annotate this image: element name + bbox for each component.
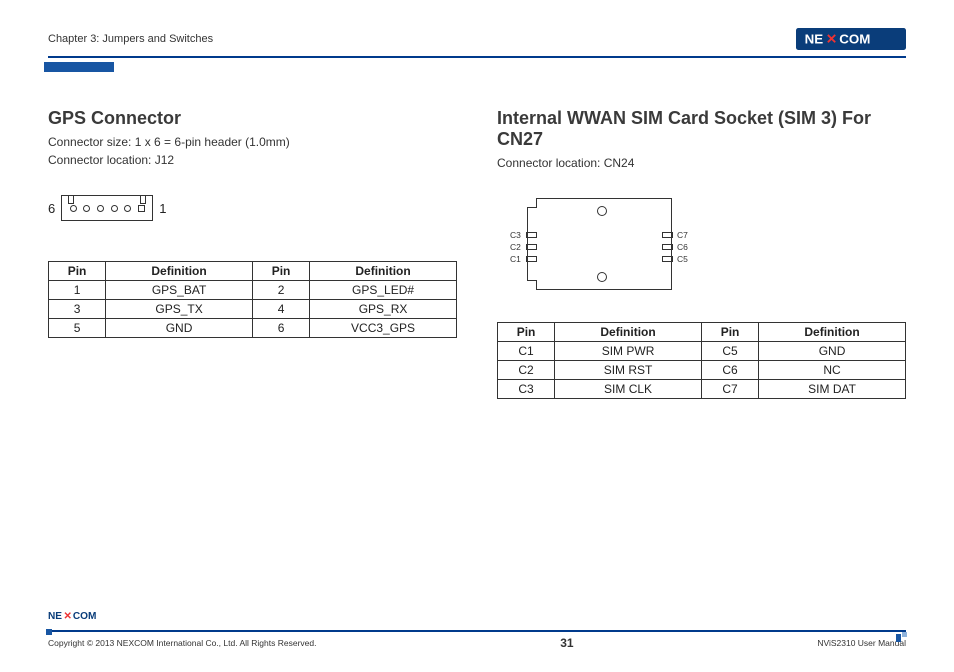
- sim-pad-label: C1: [510, 254, 521, 264]
- gps-connector-section: GPS Connector Connector size: 1 x 6 = 6-…: [48, 108, 457, 399]
- sim-pad-label: C2: [510, 242, 521, 252]
- footer-accent-right: [896, 629, 908, 637]
- table-row: 5 GND 6 VCC3_GPS: [49, 319, 457, 338]
- sim-pad: [662, 232, 673, 238]
- table-header-row: Pin Definition Pin Definition: [498, 323, 906, 342]
- gps-title: GPS Connector: [48, 108, 457, 129]
- sim-pad: [526, 232, 537, 238]
- gps-pin-hole: [70, 205, 77, 212]
- sim-socket-section: Internal WWAN SIM Card Socket (SIM 3) Fo…: [497, 108, 906, 399]
- sim-notch: [527, 280, 537, 290]
- table-header-row: Pin Definition Pin Definition: [49, 262, 457, 281]
- th-pin: Pin: [49, 262, 106, 281]
- gps-loc-line: Connector location: J12: [48, 153, 174, 167]
- sim-pad-label: C6: [677, 242, 688, 252]
- gps-pin1-label: 1: [159, 201, 166, 216]
- nexcom-logo: NE ✕ COM: [796, 28, 906, 50]
- table-row: 1 GPS_BAT 2 GPS_LED#: [49, 281, 457, 300]
- gps-pin-table: Pin Definition Pin Definition 1 GPS_BAT …: [48, 261, 457, 338]
- svg-text:COM: COM: [73, 611, 97, 622]
- sim-pin-table: Pin Definition Pin Definition C1 SIM PWR…: [497, 322, 906, 399]
- page-number: 31: [560, 636, 573, 650]
- page-header: Chapter 3: Jumpers and Switches NE ✕ COM: [48, 28, 906, 58]
- gps-header-box: [61, 195, 153, 221]
- gps-pin-hole: [111, 205, 118, 212]
- sim-loc-line: Connector location: CN24: [497, 156, 634, 170]
- th-def: Definition: [759, 323, 906, 342]
- svg-text:NE: NE: [48, 611, 62, 622]
- table-row: C1 SIM PWR C5 GND: [498, 342, 906, 361]
- table-row: C2 SIM RST C6 NC: [498, 361, 906, 380]
- sim-diagram: C3 C2 C1 C7 C6 C5: [507, 198, 687, 290]
- sim-pad: [662, 256, 673, 262]
- svg-text:NE: NE: [805, 32, 824, 47]
- svg-text:COM: COM: [839, 32, 870, 47]
- sim-pad: [526, 256, 537, 262]
- svg-text:✕: ✕: [826, 32, 837, 47]
- gps-pin6-label: 6: [48, 201, 55, 216]
- sim-mounting-hole: [597, 272, 607, 282]
- th-def: Definition: [106, 262, 253, 281]
- sim-pad: [662, 244, 673, 250]
- th-def: Definition: [555, 323, 702, 342]
- sim-pad: [526, 244, 537, 250]
- gps-diagram: 6 1: [48, 195, 457, 221]
- gps-pin1-square: [138, 205, 145, 212]
- svg-text:✕: ✕: [64, 611, 72, 622]
- th-pin: Pin: [498, 323, 555, 342]
- sim-pad-label: C5: [677, 254, 688, 264]
- chapter-title: Chapter 3: Jumpers and Switches: [48, 33, 213, 45]
- table-row: 3 GPS_TX 4 GPS_RX: [49, 300, 457, 319]
- nexcom-footer-logo: NE ✕ COM: [48, 609, 126, 623]
- th-pin: Pin: [701, 323, 758, 342]
- gps-pin-hole: [124, 205, 131, 212]
- page-footer: NE ✕ COM Copyright © 2013 NEXCOM Interna…: [48, 609, 906, 650]
- header-blue-tab: [44, 62, 114, 72]
- manual-name: NViS2310 User Manual: [817, 638, 906, 648]
- sim-notch: [527, 198, 537, 208]
- gps-pin-hole: [83, 205, 90, 212]
- footer-row: Copyright © 2013 NEXCOM International Co…: [48, 636, 906, 650]
- gps-pin-hole: [97, 205, 104, 212]
- sim-pad-label: C7: [677, 230, 688, 240]
- copyright-text: Copyright © 2013 NEXCOM International Co…: [48, 638, 316, 648]
- sim-subtext: Connector location: CN24: [497, 154, 906, 172]
- sim-pad-label: C3: [510, 230, 521, 240]
- th-def: Definition: [310, 262, 457, 281]
- footer-accent-left: [46, 629, 52, 635]
- sim-title: Internal WWAN SIM Card Socket (SIM 3) Fo…: [497, 108, 906, 150]
- content-columns: GPS Connector Connector size: 1 x 6 = 6-…: [48, 108, 906, 399]
- sim-mounting-hole: [597, 206, 607, 216]
- gps-subtext: Connector size: 1 x 6 = 6-pin header (1.…: [48, 133, 457, 169]
- table-row: C3 SIM CLK C7 SIM DAT: [498, 380, 906, 399]
- th-pin: Pin: [252, 262, 309, 281]
- footer-divider: [48, 630, 906, 632]
- gps-size-line: Connector size: 1 x 6 = 6-pin header (1.…: [48, 135, 290, 149]
